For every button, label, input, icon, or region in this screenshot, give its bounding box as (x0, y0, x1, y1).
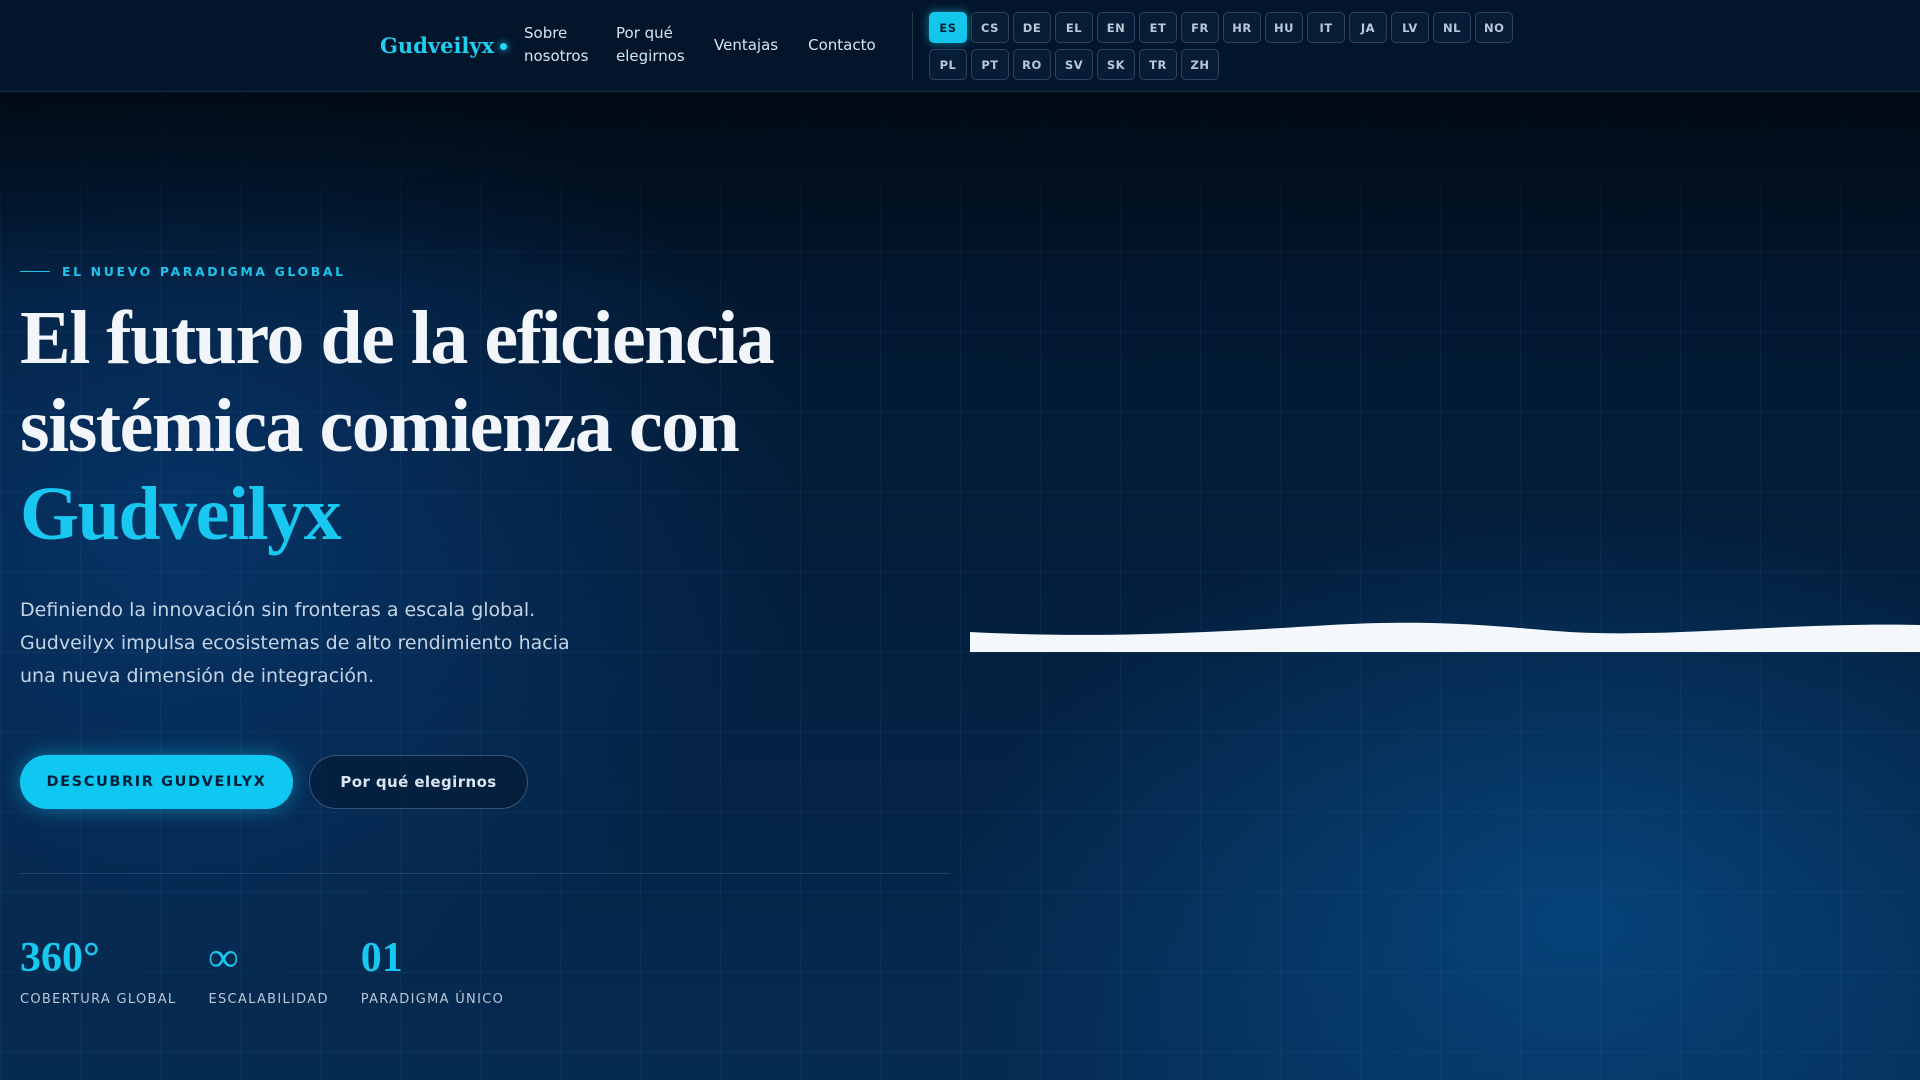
nav-item-contacto[interactable]: Contacto (808, 22, 876, 68)
wave-path (970, 622, 1920, 652)
nav-divider (912, 12, 913, 80)
lang-button-en[interactable]: EN (1097, 12, 1135, 43)
stat-scalability: ∞ ESCALABILIDAD (208, 934, 328, 1007)
stat-label: ESCALABILIDAD (208, 992, 329, 1007)
headline-line-2: sistémica comienza con (20, 384, 740, 468)
lang-button-pl[interactable]: PL (929, 49, 967, 80)
lang-button-lv[interactable]: LV (1391, 12, 1429, 43)
lang-button-sk[interactable]: SK (1097, 49, 1135, 80)
headline-accent: Gudveilyx (20, 472, 342, 556)
hero-headline: El futuro de la eficiencia sistémica com… (20, 294, 920, 558)
lang-button-tr[interactable]: TR (1139, 49, 1177, 80)
lang-button-fr[interactable]: FR (1181, 12, 1219, 43)
lang-button-ro[interactable]: RO (1013, 49, 1051, 80)
stat-value: ∞ (208, 935, 239, 981)
nav-item-ventajas[interactable]: Ventajas (714, 22, 778, 68)
stat-label: PARADIGMA ÚNICO (360, 992, 505, 1007)
landing-page: Gudveilyx Sobre nosotros Por qué elegirn… (0, 0, 1920, 1080)
lang-button-nl[interactable]: NL (1433, 12, 1471, 43)
stat-coverage: 360° COBERTURA GLOBAL (20, 934, 176, 1007)
stat-label: COBERTURA GLOBAL (20, 992, 177, 1007)
brand-name: Gudveilyx (380, 33, 495, 58)
background-grid (0, 92, 1920, 1080)
hero-divider (20, 873, 950, 874)
language-switcher: ES CS DE EL EN ET FR HR HU IT JA LV NL NO PL PT RO SV SK TR… (929, 12, 1529, 80)
headline-line-1: El futuro de la eficiencia (20, 296, 775, 380)
lang-button-el[interactable]: EL (1055, 12, 1093, 43)
stat-value: 360° (20, 935, 100, 981)
lang-button-pt[interactable]: PT (971, 49, 1009, 80)
hero-description: Definiendo la innovación sin fronteras a… (20, 599, 570, 687)
lang-button-et[interactable]: ET (1139, 12, 1177, 43)
stats-row: 360° COBERTURA GLOBAL ∞ ESCALABILIDAD 01… (20, 934, 504, 1007)
background-shade (0, 92, 1920, 292)
nav-item-por-que-elegirnos[interactable]: Por qué elegirnos (616, 22, 685, 68)
hero-wave-shape (970, 622, 1920, 652)
lang-button-zh[interactable]: ZH (1181, 49, 1219, 80)
lang-button-it[interactable]: IT (1307, 12, 1345, 43)
main-nav: Sobre nosotros Por qué elegirnos Ventaja… (524, 22, 876, 68)
hero-eyebrow: EL NUEVO PARADIGMA GLOBAL (20, 264, 346, 279)
brand-dot-icon (500, 43, 508, 50)
site-header: Gudveilyx Sobre nosotros Por qué elegirn… (0, 0, 1920, 92)
why-choose-us-button[interactable]: Por qué elegirnos (309, 755, 528, 809)
nav-item-sobre-nosotros[interactable]: Sobre nosotros (524, 22, 588, 68)
eyebrow-text: EL NUEVO PARADIGMA GLOBAL (62, 264, 346, 279)
lang-button-es[interactable]: ES (929, 12, 967, 43)
lang-button-hu[interactable]: HU (1265, 12, 1303, 43)
lang-button-cs[interactable]: CS (971, 12, 1009, 43)
discover-button[interactable]: DESCUBRIR GUDVEILYX (20, 755, 293, 809)
stat-paradigm: 01 PARADIGMA ÚNICO (361, 934, 504, 1007)
lang-button-sv[interactable]: SV (1055, 49, 1093, 80)
lang-button-ja[interactable]: JA (1349, 12, 1387, 43)
brand-logo[interactable]: Gudveilyx (380, 33, 508, 58)
eyebrow-line (20, 271, 50, 272)
lang-button-hr[interactable]: HR (1223, 12, 1261, 43)
lang-button-no[interactable]: NO (1475, 12, 1514, 43)
lang-button-de[interactable]: DE (1013, 12, 1051, 43)
stat-value: 01 (360, 935, 403, 981)
